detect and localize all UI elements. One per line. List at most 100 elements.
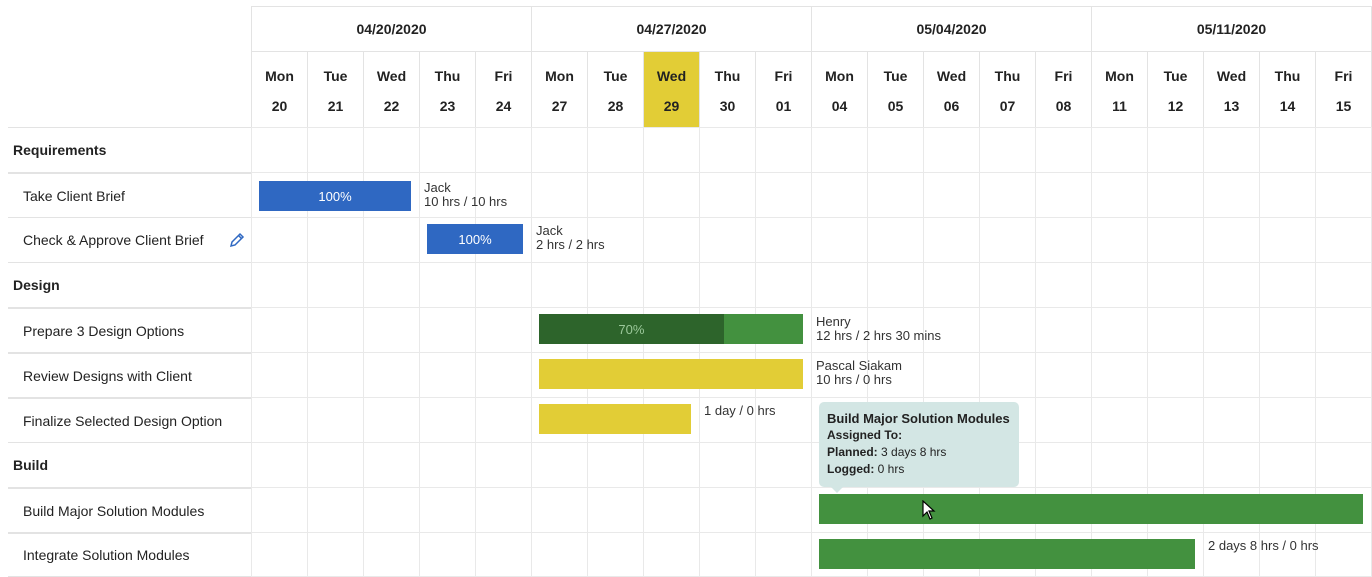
day-name: Mon <box>1105 68 1134 84</box>
hours-label: 2 hrs / 2 hrs <box>536 237 605 252</box>
tooltip-title: Build Major Solution Modules <box>827 411 1010 426</box>
grid-hline <box>251 532 1372 533</box>
day-header: Tue 05 <box>867 51 923 127</box>
grid-hline <box>251 127 1372 128</box>
pencil-icon[interactable] <box>228 231 246 249</box>
day-name: Tue <box>1163 68 1188 84</box>
gantt-bar-take-client-brief[interactable]: 100% <box>259 181 411 211</box>
gantt-bar-finalize-option[interactable] <box>539 404 691 434</box>
task-label: Take Client Brief <box>23 187 125 204</box>
day-header: Fri 24 <box>475 51 531 127</box>
day-name: Wed <box>376 68 407 84</box>
day-number: 07 <box>999 98 1016 114</box>
day-number: 15 <box>1335 98 1352 114</box>
day-number: 28 <box>607 98 624 114</box>
task-row-check-approve-client-brief[interactable]: Check & Approve Client Brief <box>8 217 251 262</box>
day-number: 06 <box>943 98 960 114</box>
day-number: 29 <box>663 98 680 114</box>
assignee-label: Pascal Siakam <box>816 358 902 373</box>
day-header: Fri 08 <box>1035 51 1091 127</box>
day-header: Fri 01 <box>755 51 811 127</box>
day-number: 01 <box>775 98 792 114</box>
day-name: Thu <box>714 68 741 84</box>
day-name: Thu <box>434 68 461 84</box>
tooltip-assigned: Assigned To: <box>827 427 1011 444</box>
day-header: Mon 27 <box>531 51 587 127</box>
day-header: Mon 04 <box>811 51 867 127</box>
day-number: 13 <box>1223 98 1240 114</box>
gantt-bar-review-designs[interactable] <box>539 359 803 389</box>
task-row-build-major-modules[interactable]: Build Major Solution Modules <box>8 487 251 532</box>
tooltip-logged-label: Logged: <box>827 462 875 476</box>
tooltip-planned-value: 3 days 8 hrs <box>881 445 947 459</box>
day-header: Tue 21 <box>307 51 363 127</box>
tooltip-assigned-label: Assigned To: <box>827 428 903 442</box>
gantt-bar-build-major-modules[interactable] <box>819 494 1363 524</box>
week-header-0511: 05/11/2020 <box>1091 6 1372 51</box>
gantt-bar-integrate-modules[interactable] <box>819 539 1195 569</box>
day-number: 08 <box>1055 98 1072 114</box>
task-row-prepare-design-options[interactable]: Prepare 3 Design Options <box>8 307 251 352</box>
tooltip-planned-label: Planned: <box>827 445 878 459</box>
day-header: Mon 20 <box>251 51 307 127</box>
day-header: Fri 15 <box>1315 51 1372 127</box>
task-label: Review Designs with Client <box>23 367 192 384</box>
group-row-requirements[interactable]: Requirements <box>8 127 251 172</box>
day-name: Wed <box>936 68 967 84</box>
mouse-cursor-icon <box>922 499 936 525</box>
day-name: Tue <box>603 68 628 84</box>
assignee-label: Jack <box>424 180 451 195</box>
day-name: Thu <box>994 68 1021 84</box>
task-label: Check & Approve Client Brief <box>23 232 204 248</box>
day-header: Wed 13 <box>1203 51 1259 127</box>
day-header: Wed 22 <box>363 51 419 127</box>
day-header: Tue 12 <box>1147 51 1203 127</box>
bar-note-finalize-option: 1 day / 0 hrs <box>704 403 776 418</box>
task-row-review-designs[interactable]: Review Designs with Client <box>8 352 251 397</box>
progress-fill: 70% <box>539 314 724 344</box>
progress-label: 100% <box>318 188 352 204</box>
gantt-bar-prepare-options[interactable]: 70% <box>539 314 803 344</box>
week-header-0427: 04/27/2020 <box>531 6 811 51</box>
bar-note-review-designs: Pascal Siakam 10 hrs / 0 hrs <box>816 359 902 387</box>
day-header: Thu 14 <box>1259 51 1315 127</box>
day-name: Wed <box>656 68 687 84</box>
bar-note-take-client-brief: Jack 10 hrs / 10 hrs <box>424 181 507 209</box>
bar-note-prepare-options: Henry 12 hrs / 2 hrs 30 mins <box>816 315 941 343</box>
day-name: Fri <box>774 68 793 84</box>
day-number: 12 <box>1167 98 1184 114</box>
day-name: Fri <box>494 68 513 84</box>
day-number: 27 <box>551 98 568 114</box>
assignee-label: Henry <box>816 314 851 329</box>
day-header: Thu 30 <box>699 51 755 127</box>
progress-label: 100% <box>458 231 492 247</box>
progress-label: 70% <box>618 321 645 337</box>
task-label: Integrate Solution Modules <box>23 547 190 563</box>
day-name: Fri <box>1334 68 1353 84</box>
day-header: Thu 07 <box>979 51 1035 127</box>
day-number: 22 <box>383 98 400 114</box>
day-number: 20 <box>271 98 288 114</box>
task-label: Build Major Solution Modules <box>23 502 205 519</box>
group-row-design[interactable]: Design <box>8 262 251 307</box>
grid-hline <box>251 442 1372 443</box>
task-row-integrate-modules[interactable]: Integrate Solution Modules <box>8 532 251 577</box>
gantt-bar-check-approve[interactable]: 100% <box>427 224 523 254</box>
tooltip-logged-value: 0 hrs <box>877 462 905 476</box>
day-number: 23 <box>439 98 456 114</box>
group-row-build[interactable]: Build <box>8 442 251 487</box>
day-name: Tue <box>323 68 348 84</box>
task-label: Finalize Selected Design Option <box>23 412 223 429</box>
bar-tooltip: Build Major Solution Modules Assigned To… <box>819 402 1019 487</box>
grid-hline <box>251 352 1372 353</box>
tooltip-planned: Planned: 3 days 8 hrs <box>827 444 1011 461</box>
task-row-take-client-brief[interactable]: Take Client Brief <box>8 172 251 217</box>
day-name: Mon <box>825 68 854 84</box>
task-row-finalize-design-option[interactable]: Finalize Selected Design Option <box>8 397 251 442</box>
day-number: 05 <box>887 98 904 114</box>
day-header: Tue 28 <box>587 51 643 127</box>
week-header-0504: 05/04/2020 <box>811 6 1091 51</box>
day-name: Wed <box>1216 68 1247 84</box>
hours-label: 10 hrs / 0 hrs <box>816 372 892 387</box>
bar-note-check-approve: Jack 2 hrs / 2 hrs <box>536 224 605 252</box>
